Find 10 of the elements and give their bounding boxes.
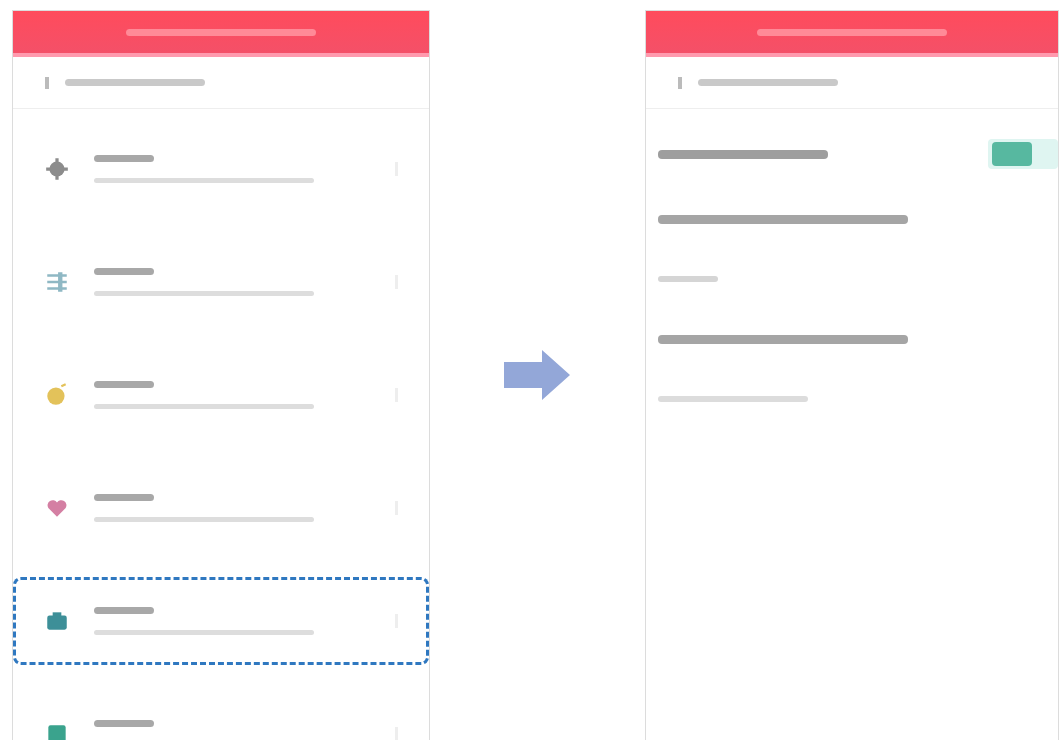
blurred-text (94, 494, 154, 501)
blurred-text (94, 607, 154, 614)
blurred-text (94, 381, 154, 388)
blurred-text (657, 276, 718, 282)
blurred-text (94, 155, 154, 162)
blurred-text (94, 720, 154, 727)
blurred-text (94, 268, 154, 275)
arrow-icon (504, 350, 571, 400)
settings-item[interactable] (13, 577, 429, 665)
toggle-switch[interactable] (988, 139, 1058, 169)
